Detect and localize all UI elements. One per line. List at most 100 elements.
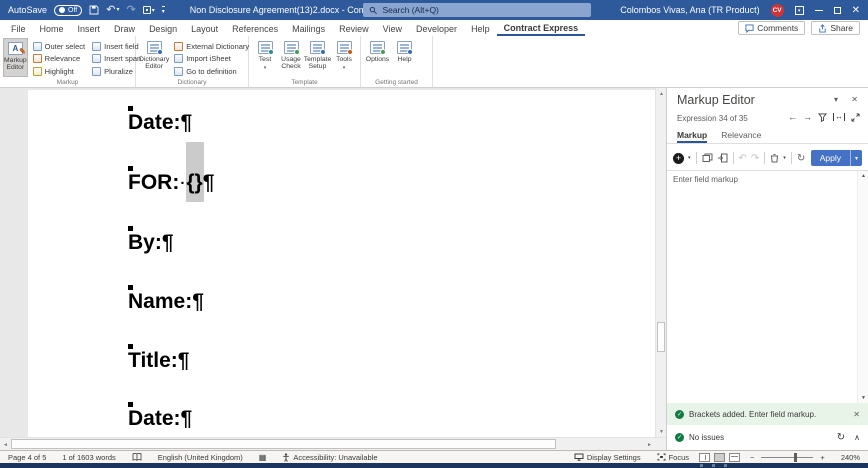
search-input[interactable] bbox=[382, 5, 585, 15]
previous-expression-icon[interactable]: ← bbox=[788, 112, 797, 122]
filter-icon[interactable] bbox=[818, 113, 827, 122]
zoom-slider-thumb[interactable] bbox=[794, 453, 797, 462]
panel-menu-icon[interactable]: ▾ bbox=[834, 95, 838, 104]
doc-line-by[interactable]: By:¶ bbox=[128, 231, 174, 255]
tools-button[interactable]: Tools ▾ bbox=[331, 38, 357, 77]
tab-relevance[interactable]: Relevance bbox=[721, 130, 761, 143]
markup-editor-button[interactable]: A Markup Editor bbox=[3, 38, 28, 77]
editor-scrollbar[interactable]: ▲ ▼ bbox=[857, 171, 868, 403]
zoom-slider[interactable] bbox=[761, 457, 813, 458]
editor-scroll-down-icon[interactable]: ▼ bbox=[858, 395, 868, 401]
usage-check-button[interactable]: Usage Check bbox=[278, 38, 304, 77]
no-issues-label[interactable]: No issues bbox=[689, 433, 724, 442]
template-setup-button[interactable]: Template Setup bbox=[304, 38, 331, 77]
editor-scroll-up-icon[interactable]: ▲ bbox=[858, 173, 868, 179]
read-mode-view-icon[interactable] bbox=[699, 453, 710, 462]
reset-icon[interactable]: ↻ bbox=[797, 153, 805, 164]
horizontal-scroll-thumb[interactable] bbox=[11, 439, 556, 449]
display-settings-button[interactable]: Display Settings bbox=[566, 453, 649, 462]
options-button[interactable]: Options bbox=[364, 38, 391, 77]
import-isheet-button[interactable]: Import iSheet bbox=[172, 53, 251, 64]
tab-file[interactable]: File bbox=[4, 22, 33, 36]
zoom-level[interactable]: 240% bbox=[833, 453, 868, 462]
panel-redo-icon[interactable]: ↷ bbox=[751, 153, 759, 164]
tab-contract-express[interactable]: Contract Express bbox=[497, 21, 586, 36]
autosave-toggle[interactable]: Off bbox=[54, 5, 82, 16]
scroll-right-icon[interactable]: ► bbox=[644, 439, 655, 450]
doc-line-for[interactable]: FOR:·{}¶ bbox=[128, 171, 214, 195]
add-field-icon[interactable]: + bbox=[673, 153, 684, 164]
dictionary-editor-button[interactable]: Dictionary Editor bbox=[139, 38, 169, 77]
close-button[interactable]: ✕ bbox=[852, 5, 860, 16]
add-field-dropdown-icon[interactable]: ▾ bbox=[688, 155, 691, 161]
doc-line-title[interactable]: Title:¶ bbox=[128, 349, 189, 373]
document-vertical-scrollbar[interactable]: ▲ ▼ bbox=[655, 88, 666, 437]
tab-draw[interactable]: Draw bbox=[107, 22, 142, 36]
accessibility-status[interactable]: Accessibility: Unavailable bbox=[274, 453, 385, 462]
restore-button[interactable] bbox=[834, 7, 841, 14]
highlight-button[interactable]: Highlight bbox=[31, 66, 87, 77]
test-button[interactable]: Test ▾ bbox=[252, 38, 278, 77]
tab-home[interactable]: Home bbox=[33, 22, 71, 36]
tab-mailings[interactable]: Mailings bbox=[285, 22, 332, 36]
go-to-definition-button[interactable]: Go to definition bbox=[172, 66, 251, 77]
panel-undo-icon[interactable]: ↶ bbox=[739, 153, 747, 164]
scroll-left-icon[interactable]: ◄ bbox=[0, 439, 11, 450]
zoom-out-icon[interactable]: − bbox=[742, 453, 756, 462]
user-name[interactable]: Colombos Vivas, Ana (TR Product) bbox=[620, 5, 759, 15]
delete-icon[interactable] bbox=[770, 153, 779, 163]
tab-view[interactable]: View bbox=[376, 22, 409, 36]
tab-help[interactable]: Help bbox=[464, 22, 497, 36]
touch-mode-button[interactable]: ▾ bbox=[143, 6, 155, 14]
ribbon-display-options-icon[interactable]: ▾ bbox=[795, 6, 804, 15]
word-wrap-icon[interactable]: ↔ bbox=[833, 113, 845, 121]
tab-insert[interactable]: Insert bbox=[71, 22, 108, 36]
proofing-status[interactable] bbox=[124, 453, 150, 461]
avatar[interactable]: CV bbox=[771, 4, 784, 17]
notification-close-icon[interactable]: ✕ bbox=[853, 410, 860, 419]
relevance-button[interactable]: Relevance bbox=[31, 53, 87, 64]
delete-dropdown-icon[interactable]: ▾ bbox=[783, 155, 786, 161]
document-horizontal-scrollbar[interactable]: ◄ ► bbox=[0, 437, 666, 450]
tab-markup[interactable]: Markup bbox=[677, 130, 707, 143]
doc-line-name[interactable]: Name:¶ bbox=[128, 290, 204, 314]
collapse-issues-icon[interactable]: ∧ bbox=[854, 433, 860, 442]
web-layout-view-icon[interactable] bbox=[729, 453, 740, 462]
redo-button[interactable]: ↷ bbox=[126, 5, 135, 15]
document-page[interactable]: Date:¶ FOR:·{}¶ By:¶ Name:¶ Title:¶ Date… bbox=[28, 90, 655, 437]
help-button[interactable]: Help bbox=[391, 38, 418, 77]
customize-quick-access-icon[interactable]: ▾ bbox=[162, 6, 165, 15]
next-expression-icon[interactable]: → bbox=[803, 112, 812, 122]
comments-button[interactable]: Comments bbox=[738, 21, 805, 35]
focus-button[interactable]: Focus bbox=[649, 453, 697, 462]
search-box[interactable] bbox=[363, 3, 591, 17]
panel-close-icon[interactable]: ✕ bbox=[851, 95, 858, 104]
undo-button[interactable]: ↶▾ bbox=[106, 5, 119, 15]
vertical-scroll-thumb[interactable] bbox=[657, 322, 665, 352]
external-dictionary-button[interactable]: External Dictionary bbox=[172, 41, 251, 52]
doc-line-date-1[interactable]: Date:¶ bbox=[128, 111, 192, 135]
minimize-button[interactable] bbox=[815, 10, 823, 11]
outer-select-button[interactable]: Outer select bbox=[31, 41, 87, 52]
print-layout-view-icon[interactable] bbox=[714, 453, 725, 462]
insert-selection-icon[interactable] bbox=[717, 153, 728, 163]
tab-developer[interactable]: Developer bbox=[409, 22, 464, 36]
word-count[interactable]: 1 of 1603 words bbox=[54, 453, 123, 462]
doc-line-date-2[interactable]: Date:¶ bbox=[128, 407, 192, 431]
tab-design[interactable]: Design bbox=[142, 22, 184, 36]
share-button[interactable]: Share bbox=[811, 21, 860, 35]
markup-editor-textarea[interactable]: Enter field markup ▲ ▼ bbox=[667, 170, 868, 403]
page-indicator[interactable]: Page 4 of 5 bbox=[0, 453, 54, 462]
apply-dropdown-icon[interactable]: ▾ bbox=[850, 150, 862, 166]
copy-icon[interactable] bbox=[702, 153, 713, 163]
tab-review[interactable]: Review bbox=[332, 22, 376, 36]
refresh-issues-icon[interactable]: ↻ bbox=[837, 432, 845, 443]
expand-panel-icon[interactable] bbox=[851, 113, 860, 122]
save-button[interactable] bbox=[89, 5, 99, 15]
keyboard-icon[interactable]: ▦ bbox=[251, 453, 275, 462]
tab-layout[interactable]: Layout bbox=[184, 22, 225, 36]
language-selector[interactable]: English (United Kingdom) bbox=[150, 453, 251, 462]
apply-button[interactable]: Apply ▾ bbox=[811, 150, 862, 166]
tab-references[interactable]: References bbox=[225, 22, 285, 36]
zoom-in-icon[interactable]: + bbox=[818, 453, 832, 462]
